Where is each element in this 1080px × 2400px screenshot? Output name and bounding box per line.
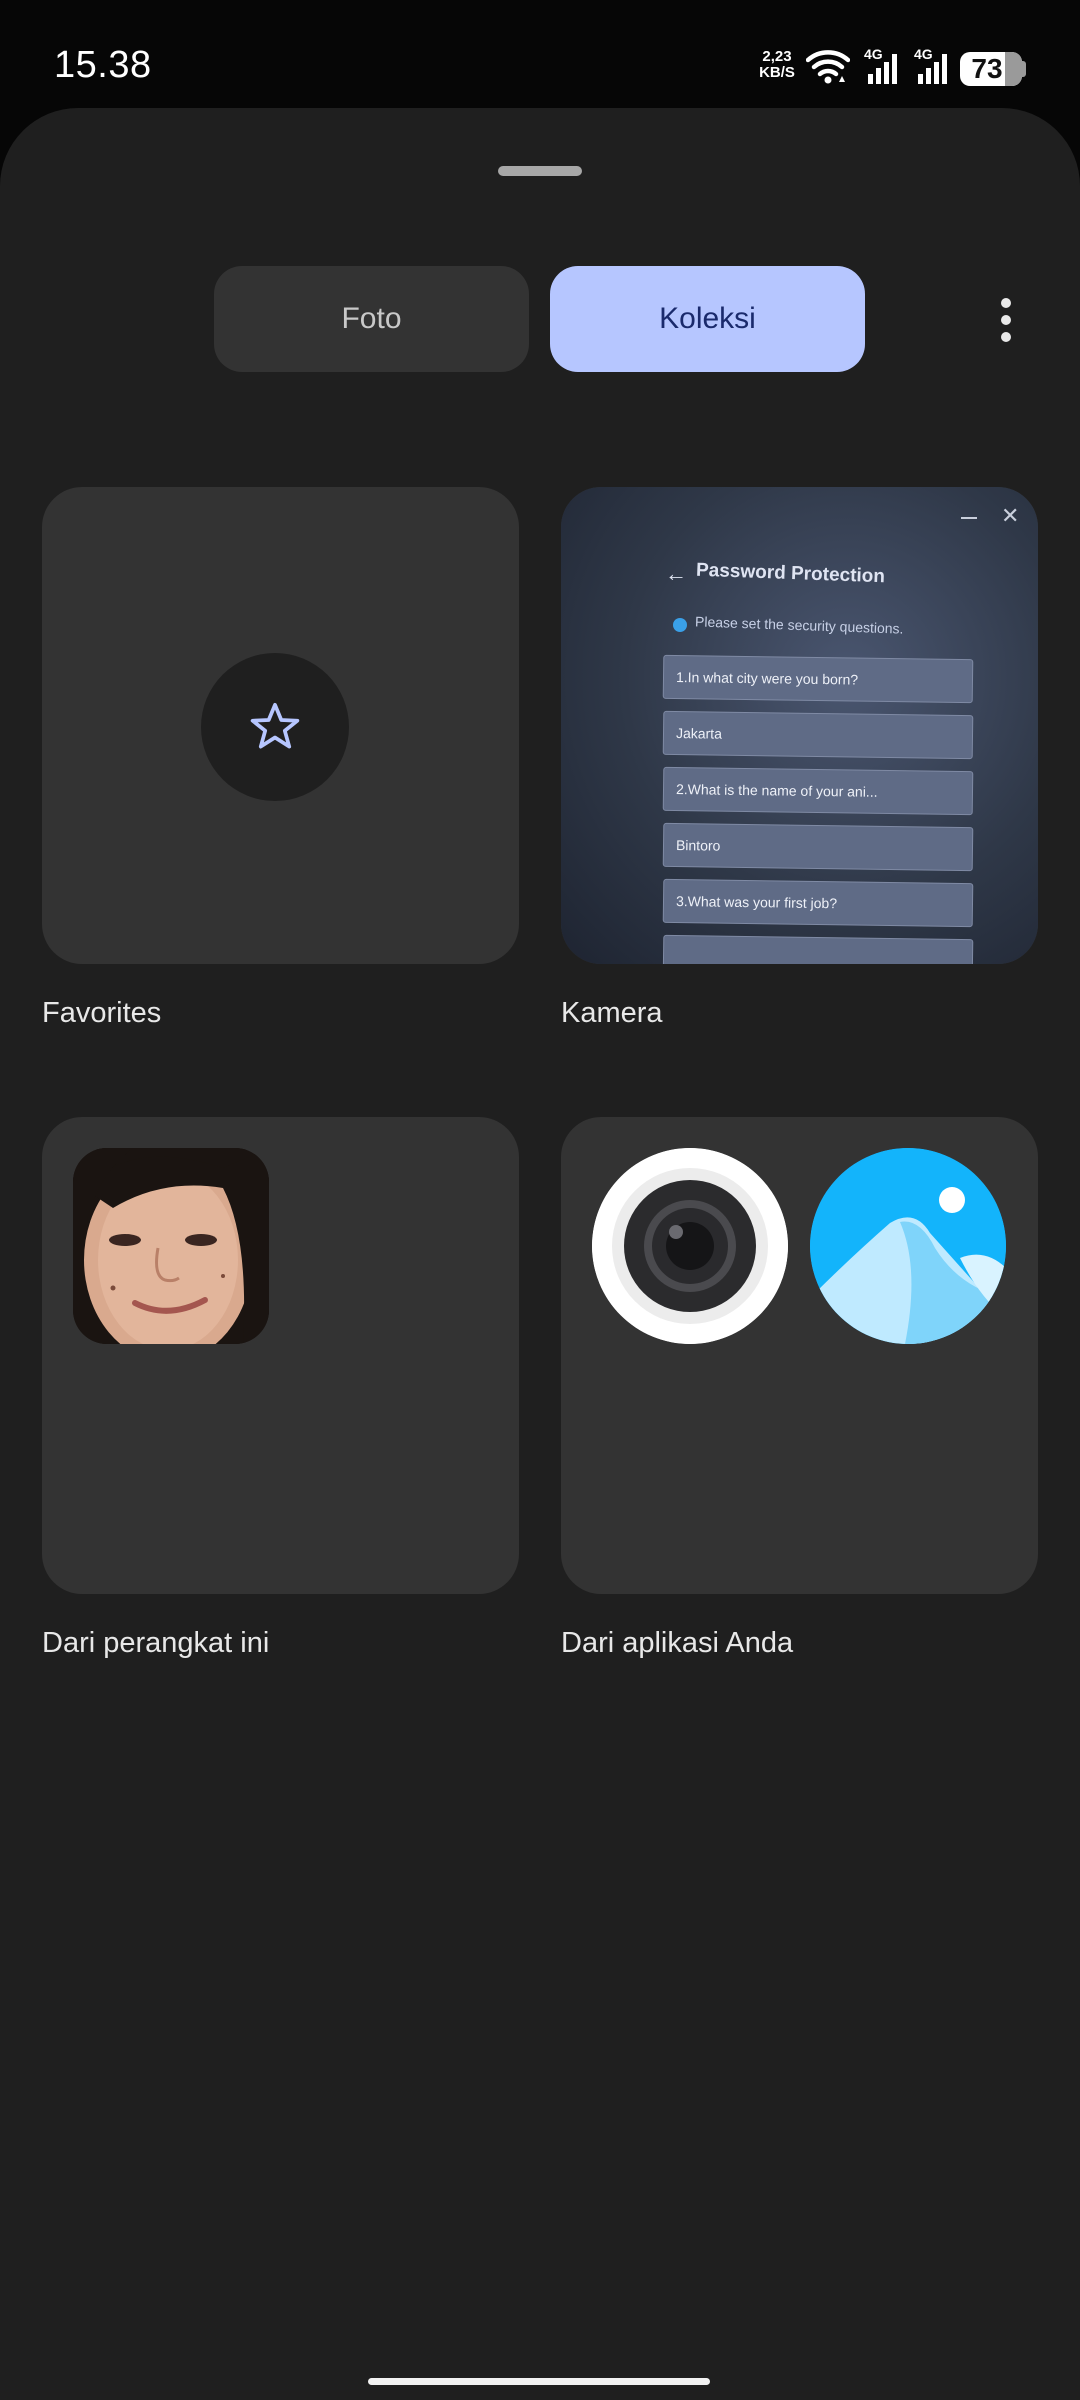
album-card-favorites[interactable] — [42, 487, 519, 964]
album-card-kamera[interactable]: ✕ ← Password Protection Please set the s… — [561, 487, 1038, 964]
thumb-question-1: 1.In what city were you born? — [662, 654, 974, 704]
network-speed: 2,23 KB/S — [756, 49, 798, 81]
star-icon — [250, 702, 300, 749]
album-card-apps[interactable] — [561, 1117, 1038, 1594]
thumb-info: Please set the security questions. — [694, 613, 904, 637]
thumb-answer-2: Bintoro — [662, 822, 974, 872]
battery-nub — [1020, 61, 1026, 77]
kamera-thumbnail: ✕ ← Password Protection Please set the s… — [561, 487, 1038, 964]
cellular-signal-2-icon: 4G — [912, 46, 952, 91]
camera-app-icon — [592, 1148, 788, 1344]
gallery-app-icon — [810, 1148, 1006, 1344]
home-indicator[interactable] — [368, 2378, 710, 2385]
more-options-icon[interactable] — [986, 290, 1026, 350]
network-speed-value: 2,23 — [762, 48, 792, 65]
tab-foto[interactable]: Foto — [214, 266, 529, 372]
status-time: 15.38 — [54, 44, 152, 86]
thumb-answer-3 — [662, 934, 974, 964]
battery-level: 73 — [971, 53, 1003, 84]
tab-koleksi[interactable]: Koleksi — [550, 266, 865, 372]
device-photo-thumbnail — [73, 1148, 269, 1344]
thumb-question-3: 3.What was your first job? — [662, 878, 974, 928]
favorites-badge — [201, 653, 349, 801]
thumb-question-2: 2.What is the name of your ani... — [662, 766, 974, 816]
album-label-device: Dari perangkat ini — [42, 1627, 270, 1659]
status-bar: 15.38 2,23 KB/S 4G 4G 73 — [0, 0, 1080, 108]
album-label-apps: Dari aplikasi Anda — [561, 1627, 794, 1659]
window-minimize-icon — [961, 517, 977, 519]
album-card-device[interactable] — [42, 1117, 519, 1594]
drag-handle[interactable] — [498, 166, 582, 176]
wifi-icon — [806, 50, 850, 84]
info-icon — [673, 618, 687, 632]
face-photo — [73, 1148, 269, 1344]
album-label-favorites: Favorites — [42, 997, 162, 1029]
back-arrow-icon: ← — [665, 561, 687, 586]
signal-2-label: 4G — [914, 46, 933, 62]
cellular-signal-1-icon: 4G — [862, 46, 902, 91]
album-label-kamera: Kamera — [561, 997, 663, 1029]
thumb-title: Password Protection — [695, 559, 886, 588]
signal-1-label: 4G — [864, 46, 883, 62]
window-close-icon: ✕ — [1001, 503, 1020, 528]
network-speed-unit: KB/S — [759, 64, 795, 81]
thumb-answer-1: Jakarta — [662, 710, 974, 760]
